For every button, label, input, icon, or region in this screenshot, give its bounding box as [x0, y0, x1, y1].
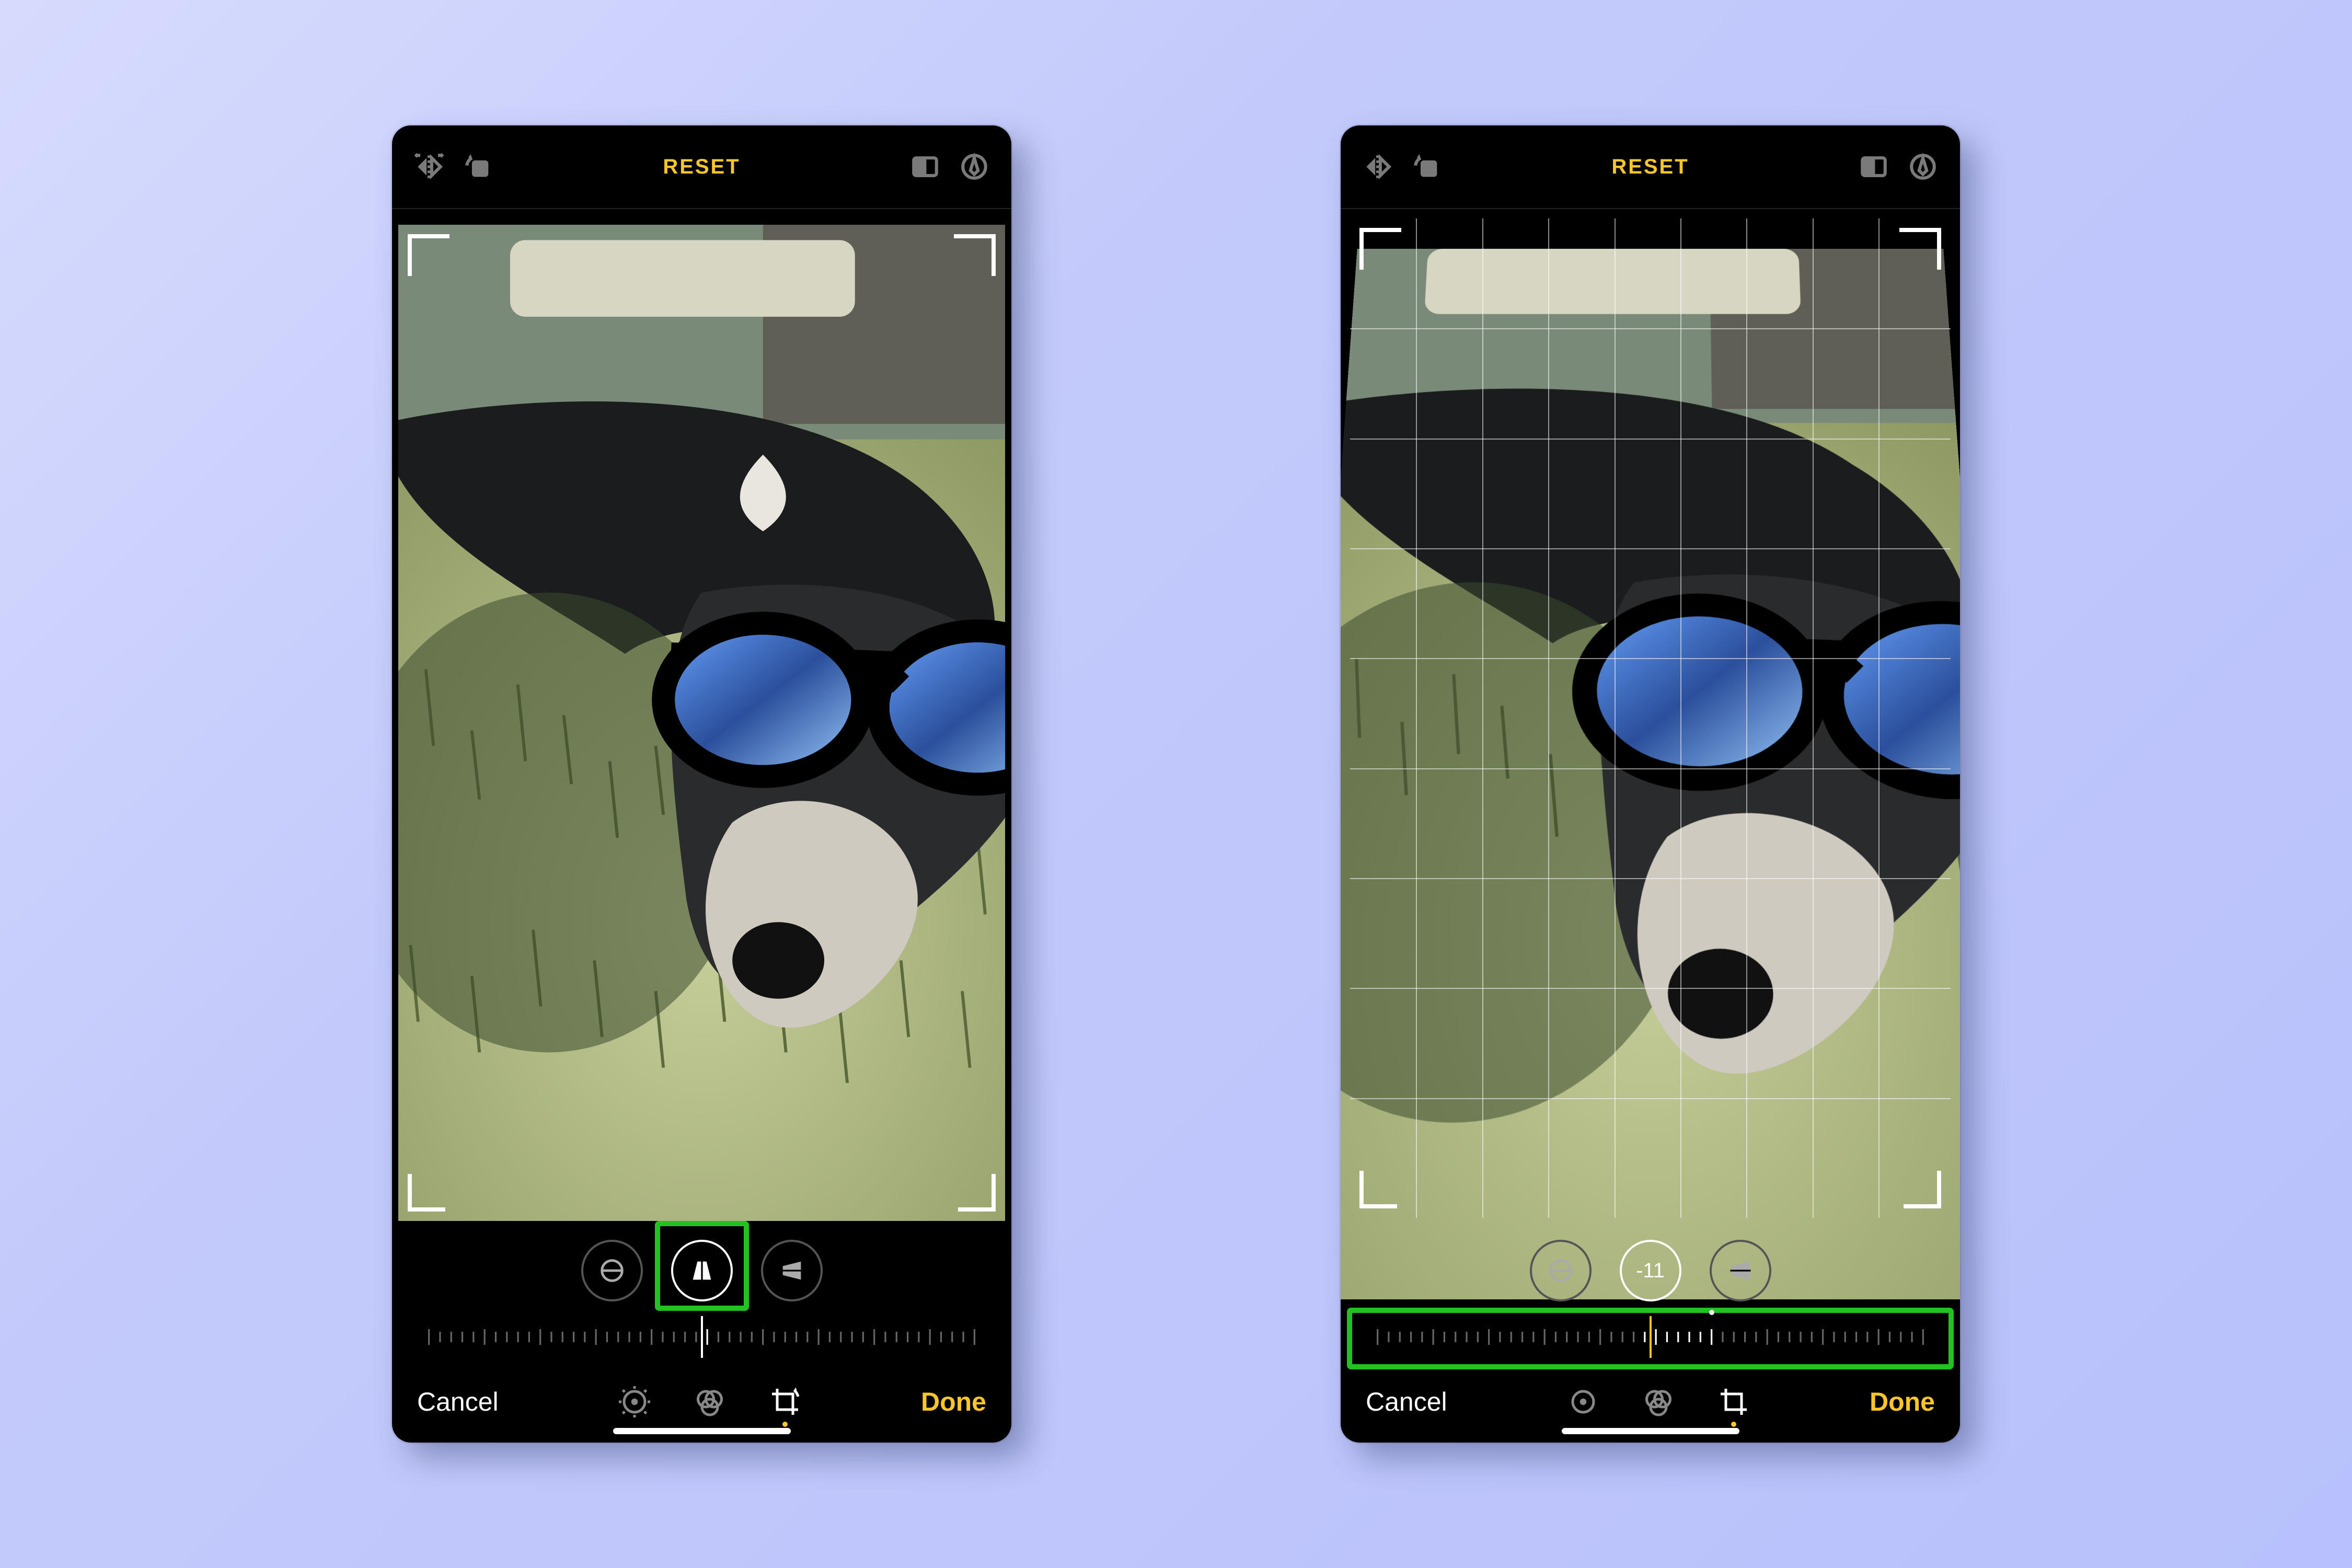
phone-screenshot-left: RESET — [392, 125, 1011, 1443]
perspective-dial[interactable] — [392, 1311, 1011, 1374]
adjust-dial-icon[interactable] — [619, 1386, 650, 1417]
aspect-ratio-icon[interactable] — [1859, 152, 1889, 182]
reset-button[interactable]: RESET — [1442, 155, 1859, 179]
photo-canvas[interactable] — [392, 209, 1011, 1227]
rotate-ccw-icon[interactable] — [1412, 152, 1442, 182]
filters-icon[interactable] — [1643, 1386, 1674, 1417]
done-button[interactable]: Done — [1870, 1387, 1935, 1417]
straighten-tool-icon[interactable] — [1530, 1240, 1592, 1301]
perspective-tool-row — [392, 1227, 1011, 1311]
aspect-ratio-icon[interactable] — [910, 152, 940, 182]
rotate-ccw-icon[interactable] — [463, 152, 493, 182]
filters-icon[interactable] — [694, 1386, 725, 1417]
perspective-dial[interactable] — [1341, 1311, 1960, 1374]
horizontal-perspective-tool-icon[interactable] — [1710, 1240, 1771, 1301]
photo-crop-frame[interactable] — [1341, 209, 1960, 1227]
photo-crop-frame[interactable] — [398, 225, 1005, 1221]
horizontal-perspective-tool-icon[interactable] — [761, 1240, 823, 1301]
straighten-tool-icon[interactable] — [581, 1240, 643, 1301]
vertical-perspective-tool-icon[interactable] — [671, 1240, 733, 1301]
flip-horizontal-icon[interactable] — [414, 152, 444, 182]
phone-screenshot-right: RESET — [1341, 125, 1960, 1443]
markup-pen-icon[interactable] — [959, 152, 989, 182]
home-indicator[interactable] — [1562, 1428, 1739, 1434]
crop-rotate-icon[interactable] — [769, 1386, 801, 1417]
perspective-value: -11 — [1636, 1259, 1665, 1283]
done-button[interactable]: Done — [921, 1387, 986, 1417]
adjust-dial-icon[interactable] — [1567, 1386, 1599, 1417]
edited-photo — [1341, 249, 1960, 1299]
dial-origin-marker — [1709, 1310, 1714, 1315]
cancel-button[interactable]: Cancel — [1366, 1387, 1447, 1417]
photo-canvas[interactable] — [1341, 209, 1960, 1227]
reset-button[interactable]: RESET — [493, 155, 910, 179]
editor-top-toolbar: RESET — [1341, 125, 1960, 209]
crop-rotate-icon[interactable] — [1718, 1386, 1749, 1417]
markup-pen-icon[interactable] — [1908, 152, 1938, 182]
flip-horizontal-icon[interactable] — [1363, 152, 1393, 182]
editor-top-toolbar: RESET — [392, 125, 1011, 209]
home-indicator[interactable] — [613, 1428, 791, 1434]
vertical-perspective-tool-icon[interactable]: -11 — [1620, 1240, 1681, 1301]
edited-photo — [398, 225, 1005, 1221]
cancel-button[interactable]: Cancel — [417, 1387, 499, 1417]
